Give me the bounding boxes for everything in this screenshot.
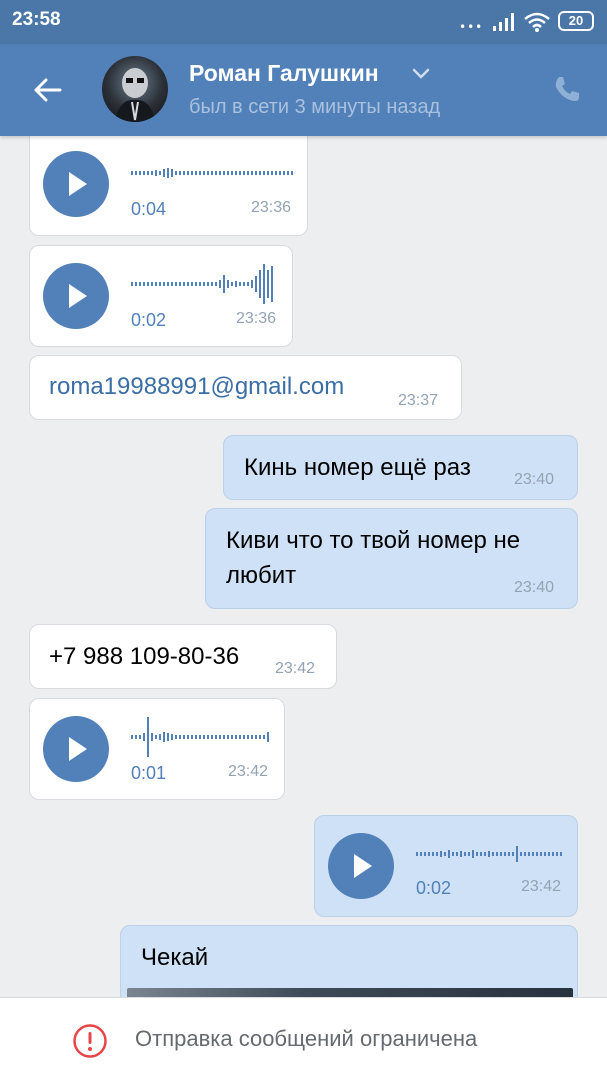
battery-icon: 20 [558, 11, 594, 31]
contact-name[interactable]: Роман Галушкин [189, 60, 379, 87]
message-time: 23:36 [236, 310, 277, 327]
notification-dots-icon: ••• [459, 20, 484, 34]
restriction-text: Отправка сообщений ограничена [135, 1026, 478, 1051]
status-time: 23:58 [12, 9, 61, 30]
play-icon [354, 854, 372, 878]
voice-waveform [131, 717, 269, 757]
play-button[interactable] [43, 716, 109, 782]
play-icon [69, 284, 87, 308]
signal-icon [493, 13, 514, 31]
play-button[interactable] [328, 833, 394, 899]
text-message[interactable]: Кинь номер ещё раз 23:40 [223, 435, 578, 500]
voice-duration: 0:02 [416, 878, 452, 898]
avatar-icon[interactable] [102, 56, 168, 122]
message-time: 23:40 [514, 471, 555, 488]
voice-waveform [416, 846, 562, 862]
play-button[interactable] [43, 151, 109, 217]
message-time: 23:42 [521, 878, 562, 895]
voice-waveform [131, 168, 293, 178]
wifi-icon [524, 12, 550, 32]
message-text-line1: Киви что то твой номер не [226, 527, 521, 554]
voice-duration: 0:01 [131, 763, 167, 783]
message-text: Кинь номер ещё раз [244, 454, 471, 481]
message-text: Чекай [141, 944, 209, 971]
restriction-bar: Отправка сообщений ограничена [0, 997, 607, 1080]
message-time: 23:42 [275, 660, 316, 677]
email-link[interactable]: roma19988991@gmail.com [49, 370, 344, 404]
message-time: 23:36 [251, 199, 292, 216]
voice-message[interactable]: 0:02 23:36 [29, 245, 293, 347]
last-seen-status: был в сети 3 минуты назад [189, 96, 441, 118]
text-message[interactable]: roma19988991@gmail.com 23:37 [29, 355, 462, 420]
voice-message[interactable]: 0:02 23:42 [314, 815, 578, 917]
text-message[interactable]: Киви что то твой номер не любит 23:40 [205, 508, 578, 609]
play-icon [69, 737, 87, 761]
message-time: 23:37 [398, 392, 439, 409]
back-arrow-icon[interactable] [30, 72, 66, 108]
play-button[interactable] [43, 263, 109, 329]
status-bar: 23:58 ••• 20 [0, 0, 607, 44]
phone-icon[interactable] [552, 74, 582, 104]
voice-waveform [131, 264, 273, 304]
message-time: 23:42 [228, 763, 269, 780]
voice-duration: 0:02 [131, 310, 167, 330]
message-text-line2: любит [226, 562, 297, 589]
voice-message[interactable]: 0:04 23:36 [29, 126, 308, 236]
error-icon [73, 1024, 107, 1058]
voice-message[interactable]: 0:01 23:42 [29, 698, 285, 800]
voice-duration: 0:04 [131, 199, 167, 219]
message-text: +7 988 109-80-36 [49, 643, 240, 670]
text-message[interactable]: +7 988 109-80-36 23:42 [29, 624, 337, 689]
chevron-down-icon[interactable] [412, 68, 430, 80]
chat-header: Роман Галушкин был в сети 3 минуты назад [0, 44, 607, 136]
play-icon [69, 172, 87, 196]
message-time: 23:40 [514, 579, 555, 596]
